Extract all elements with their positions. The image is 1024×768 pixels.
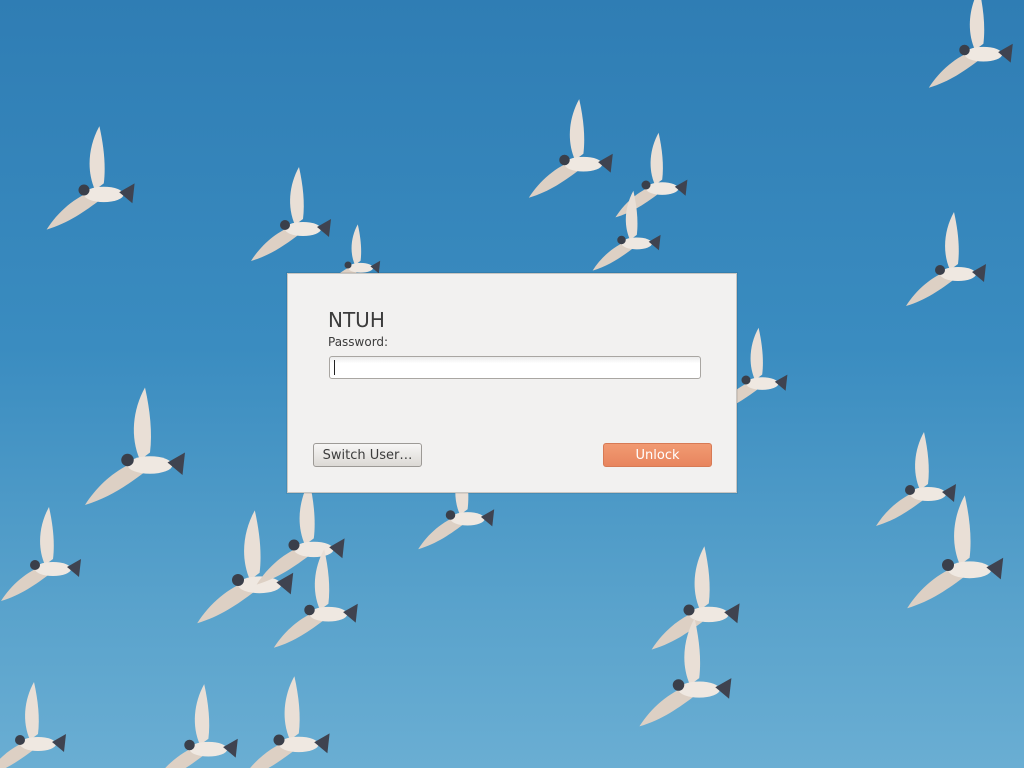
lock-dialog: NTUH Password: Switch User… Unlock xyxy=(287,273,737,493)
switch-user-button[interactable]: Switch User… xyxy=(313,443,422,467)
username-label: NTUH xyxy=(328,308,385,332)
unlock-button[interactable]: Unlock xyxy=(603,443,712,467)
password-label: Password: xyxy=(328,335,389,349)
text-caret xyxy=(334,360,335,375)
password-input[interactable] xyxy=(329,356,701,379)
